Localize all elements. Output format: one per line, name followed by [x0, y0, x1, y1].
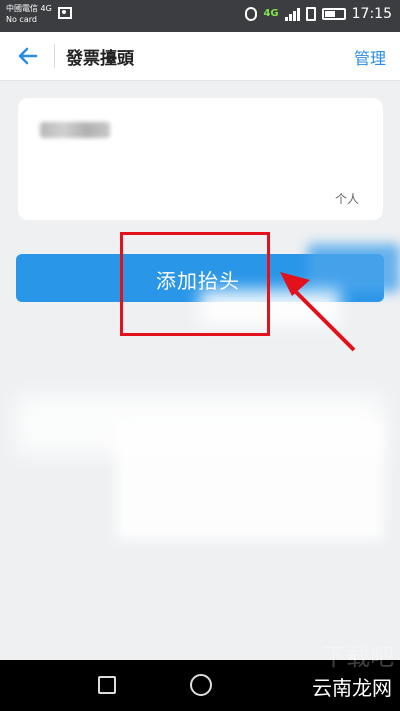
- sim-status: No card: [6, 15, 37, 24]
- blurred-title-name: [40, 122, 110, 138]
- clock: 17:15: [351, 6, 392, 22]
- home-circle-icon[interactable]: [190, 674, 212, 696]
- header-divider: [54, 44, 55, 68]
- site-watermark: 云南龙网: [312, 676, 392, 700]
- highlight-box: [120, 232, 270, 336]
- title-type-tag: 个人: [334, 192, 359, 206]
- network-type-label: 4G: [263, 8, 279, 19]
- status-icons: 4G 17:15: [245, 6, 392, 22]
- sim-icon: [305, 7, 316, 21]
- carrier-name: 中國電信 4G: [6, 4, 52, 13]
- blur-overlay: [116, 420, 384, 540]
- manage-button[interactable]: 管理: [354, 45, 386, 69]
- faint-watermark: 下载吧: [322, 643, 394, 671]
- back-arrow-icon[interactable]: [14, 42, 42, 70]
- signal-icon: [284, 7, 300, 21]
- invoice-title-card[interactable]: 个人: [18, 98, 383, 220]
- alarm-icon: [245, 7, 258, 21]
- pointer-arrow-icon: [280, 272, 356, 352]
- battery-icon: [321, 8, 346, 20]
- image-notification-icon: [58, 7, 72, 19]
- app-header: 發票擡頭 管理: [0, 32, 400, 81]
- carrier-info: 中國電信 4G No card: [6, 3, 52, 25]
- square-nav-icon[interactable]: [98, 676, 116, 694]
- status-bar: 中國電信 4G No card 4G 17:15: [0, 0, 400, 32]
- page-title: 發票擡頭: [66, 49, 134, 69]
